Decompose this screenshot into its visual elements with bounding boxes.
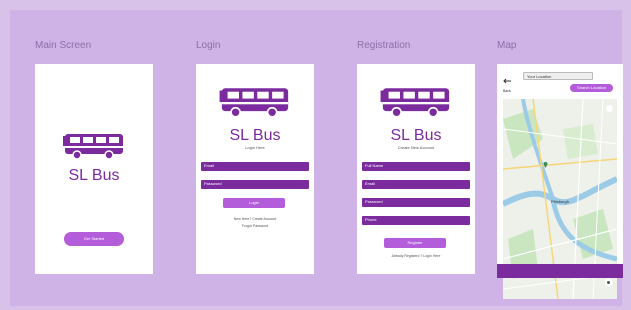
frame-title-map: Map xyxy=(497,40,517,51)
back-label: Back xyxy=(503,89,511,93)
locate-me-icon[interactable] xyxy=(604,278,613,287)
brand-title: SL Bus xyxy=(229,127,281,144)
brand-title: SL Bus xyxy=(68,167,120,184)
canvas: Main Screen Login Registration Map SL Bu… xyxy=(10,10,623,306)
map-place-label: Pittsburgh xyxy=(551,199,570,204)
bus-icon xyxy=(380,86,452,118)
password-field[interactable]: Password xyxy=(201,180,309,189)
phone-field[interactable]: Phone xyxy=(362,216,470,225)
bus-icon xyxy=(63,132,125,160)
full-name-field[interactable]: Full Name xyxy=(362,162,470,171)
bus-icon xyxy=(219,86,291,118)
registration-screen: SL Bus Create New Account Full Name Emai… xyxy=(357,64,475,274)
login-button[interactable]: Login xyxy=(223,198,285,208)
email-field[interactable]: Email xyxy=(362,180,470,189)
main-screen: SL Bus Get Started xyxy=(35,64,153,274)
register-button[interactable]: Register xyxy=(384,238,446,248)
login-here-link[interactable]: Already Registerd ? Login Here xyxy=(357,254,475,258)
email-field[interactable]: Email xyxy=(201,162,309,171)
back-button[interactable]: Back xyxy=(503,71,512,93)
brand-title: SL Bus xyxy=(390,127,442,144)
login-subtitle: Login Here xyxy=(245,145,265,150)
forgot-password-link[interactable]: Forgot Password xyxy=(196,224,314,228)
registration-subtitle: Create New Account xyxy=(397,145,435,150)
search-location-button[interactable]: Search Location xyxy=(570,84,613,92)
password-field[interactable]: Password xyxy=(362,198,470,207)
location-pin-icon xyxy=(543,162,548,168)
zoom-control[interactable] xyxy=(606,105,613,112)
frame-title-registration: Registration xyxy=(357,40,411,51)
create-account-link[interactable]: New Here? Create Account xyxy=(196,217,314,221)
get-started-button[interactable]: Get Started xyxy=(64,232,124,246)
back-arrow-icon xyxy=(503,78,511,84)
login-screen: SL Bus Login Here Email Password Login N… xyxy=(196,64,314,274)
frame-title-main: Main Screen xyxy=(35,40,92,51)
bottom-bar xyxy=(497,264,623,278)
search-input[interactable]: Your Location xyxy=(523,72,593,80)
map-screen: Back Your Location Search Location Pitts… xyxy=(497,64,623,299)
frame-title-login: Login xyxy=(196,40,221,51)
